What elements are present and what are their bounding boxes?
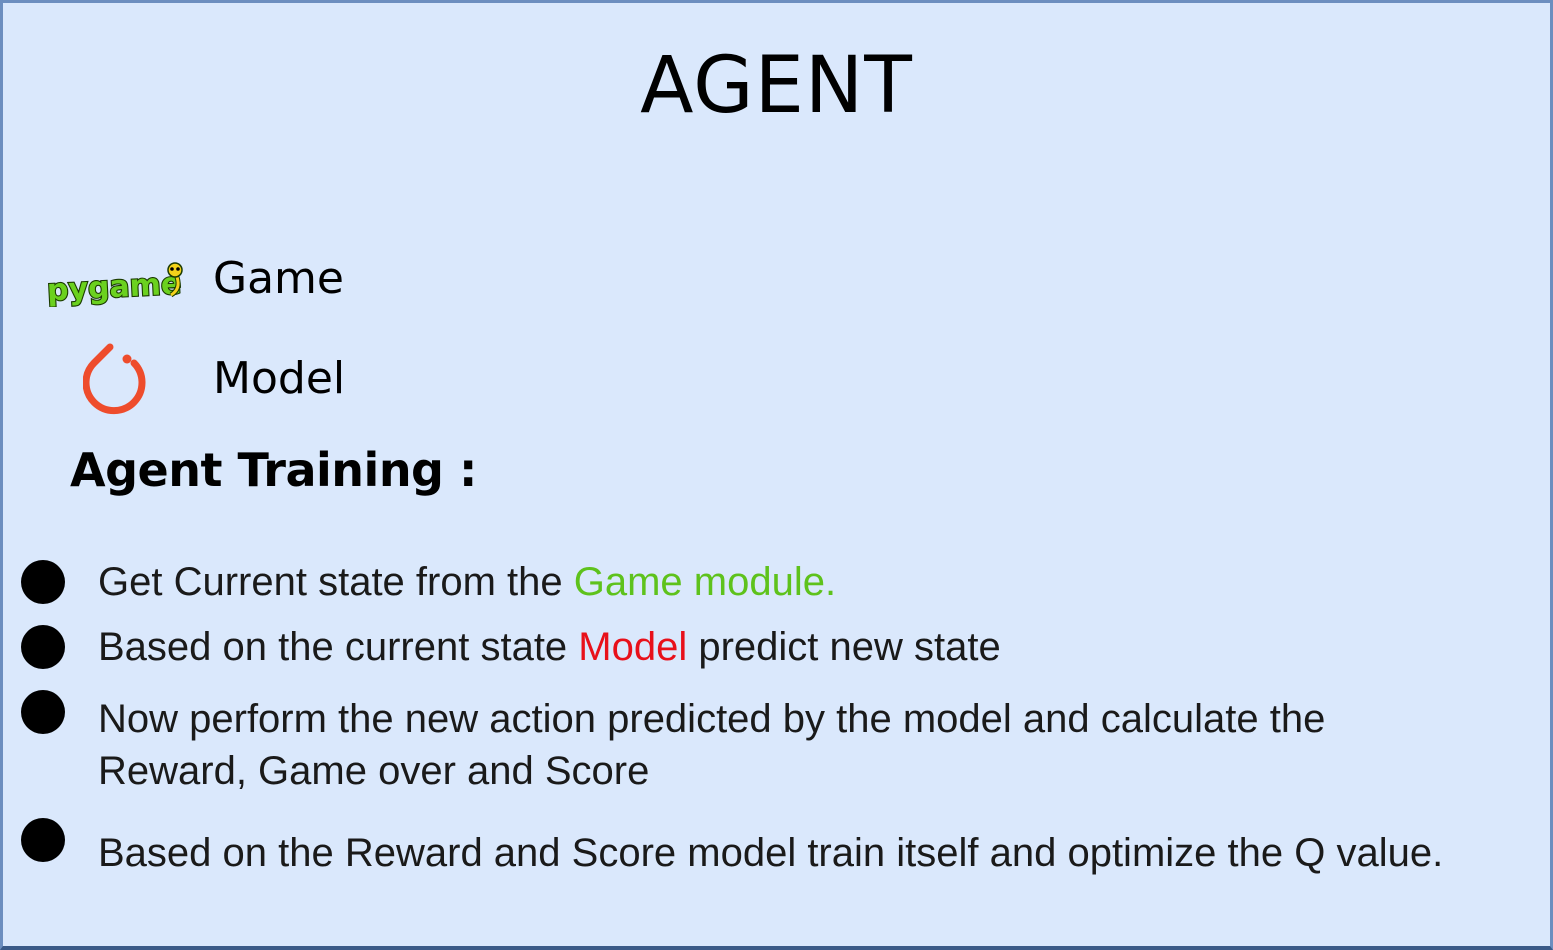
legend-model-label: Model xyxy=(213,353,346,404)
step-1-text: Get Current state from the Game module. xyxy=(98,556,836,608)
step-1-before: Get Current state from the xyxy=(98,560,574,604)
bullet-icon xyxy=(21,560,65,604)
section-title: Agent Training : xyxy=(70,443,477,497)
bullet-icon xyxy=(21,625,65,669)
legend-game-label: Game xyxy=(213,253,344,304)
step-2-after: predict new state xyxy=(687,625,1001,669)
step-2-highlight: Model xyxy=(578,625,688,669)
step-2-before: Based on the current state xyxy=(98,625,579,669)
agent-panel: AGENT pygame Game Model Agent Training :… xyxy=(0,0,1553,950)
step-1-highlight: Game module. xyxy=(573,560,837,604)
pytorch-icon xyxy=(83,343,146,415)
bullet-icon xyxy=(21,818,65,862)
step-2-text: Based on the current state Model predict… xyxy=(98,621,1001,673)
pygame-logo-icon: pygame xyxy=(45,262,183,307)
page-title: AGENT xyxy=(640,41,913,131)
step-4-text: Based on the Reward and Score model trai… xyxy=(98,831,1444,875)
step-3-line-1: Now perform the new action predicted by … xyxy=(98,697,1326,741)
bullet-icon xyxy=(21,690,65,734)
pygame-logo-text: pygame xyxy=(46,266,182,307)
step-3-line-2: Reward, Game over and Score xyxy=(98,749,650,793)
